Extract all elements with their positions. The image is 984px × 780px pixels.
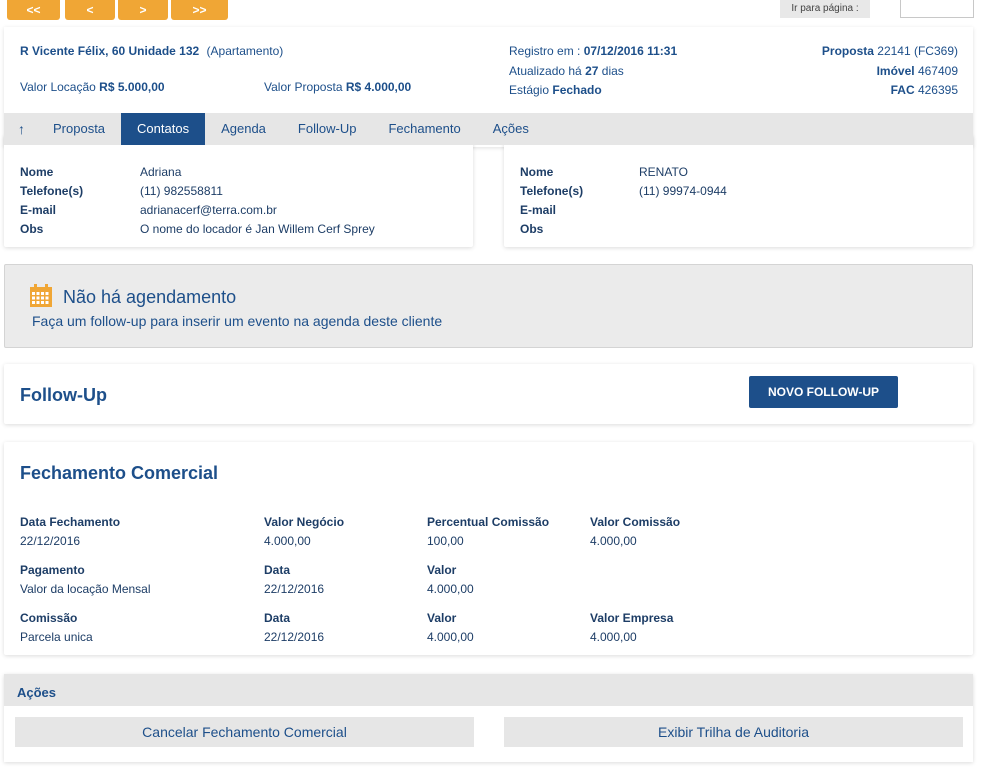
contact-nome-value: Adriana — [140, 165, 182, 179]
fechamento-card: Fechamento Comercial Data Fechamento 22/… — [4, 442, 973, 655]
contact-obs-label: Obs — [520, 222, 544, 236]
new-followup-button[interactable]: NOVO FOLLOW-UP — [749, 376, 898, 408]
valor-proposta: Valor Proposta R$ 4.000,00 — [264, 80, 411, 94]
valor-locacao-label: Valor Locação — [20, 80, 96, 94]
field-label: Valor Negócio — [264, 515, 345, 529]
field-label: Data — [264, 611, 291, 625]
audit-trail-button[interactable]: Exibir Trilha de Auditoria — [504, 717, 963, 747]
field-label: Data Fechamento — [20, 515, 121, 529]
valor-locacao: Valor Locação R$ 5.000,00 — [20, 80, 165, 94]
field-value: 4.000,00 — [590, 630, 637, 644]
contact-telefone-label: Telefone(s) — [520, 184, 584, 198]
atualizado: Atualizado há 27 dias — [509, 64, 624, 78]
imovel-value: 467409 — [917, 64, 958, 78]
field-value: 22/12/2016 — [264, 582, 325, 596]
field-value: 100,00 — [427, 534, 464, 548]
contact-obs-value: O nome do locador é Jan Willem Cerf Spre… — [140, 222, 375, 236]
registro-value: 07/12/2016 11:31 — [583, 44, 678, 58]
contact-nome-label: Nome — [520, 165, 554, 179]
contact-email-label: E-mail — [520, 203, 557, 217]
atualizado-days: 27 — [585, 64, 599, 78]
registro: Registro em : 07/12/2016 11:31 — [509, 44, 677, 58]
tab-agenda[interactable]: Agenda — [205, 113, 282, 145]
contact-email-value: adrianacerf@terra.com.br — [140, 203, 277, 217]
contact-obs-label: Obs — [20, 222, 44, 236]
goto-page-input[interactable] — [900, 0, 974, 18]
proposta-id: Proposta 22141 (FC369) — [822, 44, 958, 58]
contact-nome-value: RENATO — [639, 165, 688, 179]
field-value: Parcela unica — [20, 630, 93, 644]
field-value: 4.000,00 — [264, 534, 311, 548]
registro-label: Registro em : — [509, 44, 581, 58]
address: R Vicente Félix, 60 Unidade 132 — [20, 44, 200, 58]
scroll-top-icon[interactable]: ↑ — [4, 113, 37, 145]
proposta-value: 22141 (FC369) — [877, 44, 958, 58]
tab-proposta[interactable]: Proposta — [37, 113, 121, 145]
field-label: Valor Empresa — [590, 611, 674, 625]
last-page-button[interactable]: >> — [171, 0, 228, 20]
imovel-id: Imóvel 467409 — [877, 64, 958, 78]
acoes-card: Ações Cancelar Fechamento Comercial Exib… — [4, 674, 973, 762]
prev-page-button[interactable]: < — [65, 0, 115, 20]
contact-telefone-value: (11) 99974-0944 — [639, 184, 727, 198]
next-page-button[interactable]: > — [118, 0, 168, 20]
cancel-fechamento-button[interactable]: Cancelar Fechamento Comercial — [15, 717, 474, 747]
imovel-label: Imóvel — [876, 64, 915, 78]
field-value: Valor da locação Mensal — [20, 582, 151, 596]
contact-telefone-value: (11) 982558811 — [140, 184, 223, 198]
calendar-icon — [30, 284, 52, 307]
tab-contatos[interactable]: Contatos — [121, 113, 206, 145]
atualizado-prefix: Atualizado há — [509, 64, 582, 78]
agenda-empty-subtitle: Faça um follow-up para inserir um evento… — [32, 313, 443, 329]
contact-email-label: E-mail — [20, 203, 57, 217]
tab-fechamento[interactable]: Fechamento — [372, 113, 476, 145]
valor-proposta-value: R$ 4.000,00 — [345, 80, 412, 94]
field-label: Percentual Comissão — [427, 515, 550, 529]
estagio-label: Estágio — [509, 83, 550, 97]
valor-locacao-value: R$ 5.000,00 — [99, 80, 165, 94]
first-page-button[interactable]: << — [7, 0, 60, 20]
valor-proposta-label: Valor Proposta — [264, 80, 343, 94]
field-label: Data — [264, 563, 291, 577]
tab-follow-up[interactable]: Follow-Up — [282, 113, 373, 145]
estagio-value: Fechado — [552, 83, 602, 97]
section-tabs: ↑ Proposta Contatos Agenda Follow-Up Fec… — [4, 113, 973, 145]
estagio: Estágio Fechado — [509, 83, 602, 97]
field-label: Valor Comissão — [590, 515, 681, 529]
field-label: Valor — [427, 611, 457, 625]
agenda-empty-state: Não há agendamento Faça um follow-up par… — [4, 264, 973, 348]
field-value: 4.000,00 — [590, 534, 637, 548]
goto-page-label: Ir para página : — [780, 0, 870, 18]
atualizado-suffix: dias — [601, 64, 624, 78]
contact-nome-label: Nome — [20, 165, 54, 179]
field-value: 4.000,00 — [427, 582, 474, 596]
contact-card-cliente: Nome RENATO Telefone(s) (11) 99974-0944 … — [504, 135, 973, 247]
proposta-label: Proposta — [821, 44, 874, 58]
field-label: Pagamento — [20, 563, 85, 577]
field-label: Comissão — [20, 611, 78, 625]
field-value: 4.000,00 — [427, 630, 474, 644]
fac-id: FAC 426395 — [891, 83, 958, 97]
acoes-title: Ações — [4, 674, 973, 706]
fac-label: FAC — [890, 83, 915, 97]
address-line: R Vicente Félix, 60 Unidade 132 (Apartam… — [20, 44, 283, 58]
tab-acoes[interactable]: Ações — [477, 113, 545, 145]
property-type: (Apartamento) — [206, 44, 284, 58]
contact-telefone-label: Telefone(s) — [20, 184, 84, 198]
fac-value: 426395 — [917, 83, 958, 97]
followup-title: Follow-Up — [20, 385, 107, 405]
field-value: 22/12/2016 — [264, 630, 325, 644]
field-value: 22/12/2016 — [20, 534, 81, 548]
agenda-empty-title: Não há agendamento — [63, 287, 237, 307]
fechamento-title: Fechamento Comercial — [20, 463, 219, 483]
field-label: Valor — [427, 563, 457, 577]
contact-card-locador: Nome Adriana Telefone(s) (11) 982558811 … — [4, 135, 473, 247]
